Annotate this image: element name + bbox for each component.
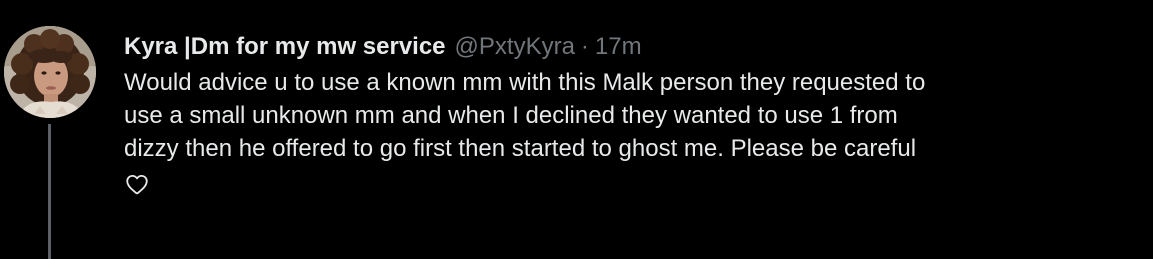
- thread-line: [48, 124, 51, 259]
- avatar-column: [0, 0, 110, 259]
- display-name[interactable]: Kyra |Dm for my mw service: [124, 30, 446, 64]
- profile-photo: [4, 26, 96, 118]
- heart-outline-icon: [126, 174, 148, 195]
- tweet-header: Kyra |Dm for my mw service @PxtyKyra · 1…: [124, 30, 1144, 64]
- tweet-text-line: dizzy then he offered to go first then s…: [124, 135, 917, 162]
- user-handle[interactable]: @PxtyKyra: [455, 30, 575, 64]
- timestamp[interactable]: 17m: [595, 30, 642, 64]
- tweet-text: Would advice u to use a known mm with th…: [124, 66, 1139, 165]
- like-button[interactable]: [124, 171, 152, 199]
- separator-dot: ·: [580, 33, 589, 60]
- tweet-actions: [124, 171, 1144, 199]
- tweet-text-line: Would advice u to use a known mm with th…: [124, 69, 926, 96]
- avatar[interactable]: [4, 26, 96, 118]
- tweet-text-line: use a small unknown mm and when I declin…: [124, 102, 898, 129]
- tweet-content: Kyra |Dm for my mw service @PxtyKyra · 1…: [124, 30, 1144, 199]
- tweet[interactable]: Kyra |Dm for my mw service @PxtyKyra · 1…: [0, 0, 1153, 259]
